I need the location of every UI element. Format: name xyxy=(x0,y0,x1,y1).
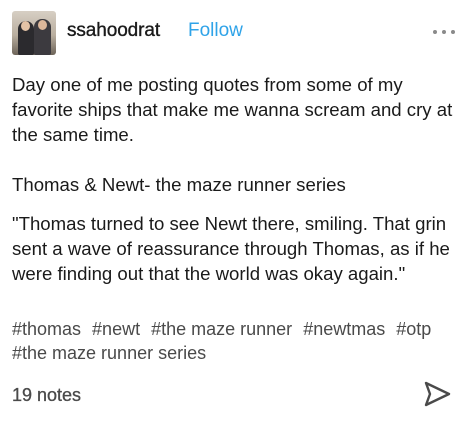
tag-link[interactable]: #otp xyxy=(396,317,431,341)
avatar-face-left xyxy=(21,21,30,31)
post-paragraph-intro: Day one of me posting quotes from some o… xyxy=(12,74,453,145)
tag-link[interactable]: #the maze runner xyxy=(151,317,292,341)
tumblr-post: ssahoodrat Follow Day one of me posting … xyxy=(0,0,474,422)
notes-count[interactable]: 19 notes xyxy=(12,385,81,406)
send-arrow-svg xyxy=(424,381,451,407)
post-paragraph-quote: "Thomas turned to see Newt there, smilin… xyxy=(12,213,450,284)
ellipsis-dot xyxy=(433,30,437,34)
tag-link[interactable]: #thomas xyxy=(12,317,81,341)
tag-list: #thomas #newt #the maze runner #newtmas #otp… xyxy=(12,317,464,365)
tag-link[interactable]: #newtmas xyxy=(303,317,385,341)
avatar[interactable] xyxy=(12,11,56,55)
follow-button[interactable]: Follow xyxy=(188,20,243,42)
send-arrow-icon[interactable] xyxy=(422,379,452,409)
ellipsis-icon[interactable] xyxy=(431,27,459,37)
tag-link[interactable]: #newt xyxy=(92,317,140,341)
ellipsis-dot xyxy=(442,30,446,34)
ellipsis-dot xyxy=(451,30,455,34)
post-header: ssahoodrat Follow xyxy=(12,11,462,55)
tag-link[interactable]: #the maze runner series xyxy=(12,341,206,365)
post-paragraph-ship: Thomas & Newt- the maze runner series xyxy=(12,174,346,195)
username-link[interactable]: ssahoodrat xyxy=(67,20,160,42)
avatar-face-right xyxy=(38,20,47,30)
